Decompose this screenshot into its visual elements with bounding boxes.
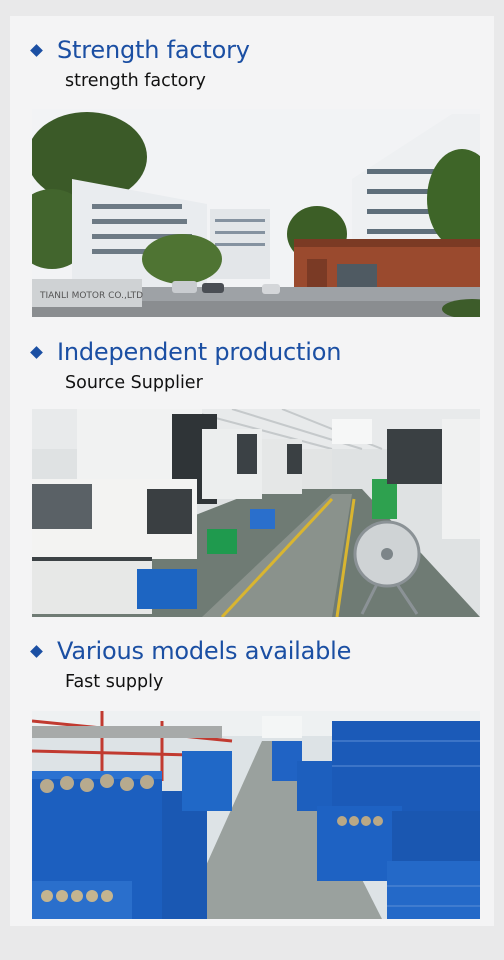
section-title: Independent production xyxy=(57,338,342,366)
diamond-bullet-icon xyxy=(30,43,43,57)
company-sign-text: TIANLI MOTOR CO.,LTD xyxy=(39,291,143,301)
section-title: Strength factory xyxy=(57,36,250,64)
section-heading: Various models available xyxy=(30,637,352,665)
diamond-bullet-icon xyxy=(30,345,43,359)
section-heading: Strength factory xyxy=(30,36,250,64)
section-subtitle: strength factory xyxy=(65,71,206,91)
production-line-photo xyxy=(32,409,480,617)
factory-building-photo: TIANLI MOTOR CO.,LTD xyxy=(32,109,480,317)
section-heading: Independent production xyxy=(30,338,342,366)
content-card: Strength factory strength factory TIANLI… xyxy=(10,16,494,926)
section-subtitle: Fast supply xyxy=(65,672,164,692)
section-title: Various models available xyxy=(57,637,352,665)
diamond-bullet-icon xyxy=(30,644,43,658)
warehouse-stock-photo xyxy=(32,711,480,919)
section-subtitle: Source Supplier xyxy=(65,373,203,393)
